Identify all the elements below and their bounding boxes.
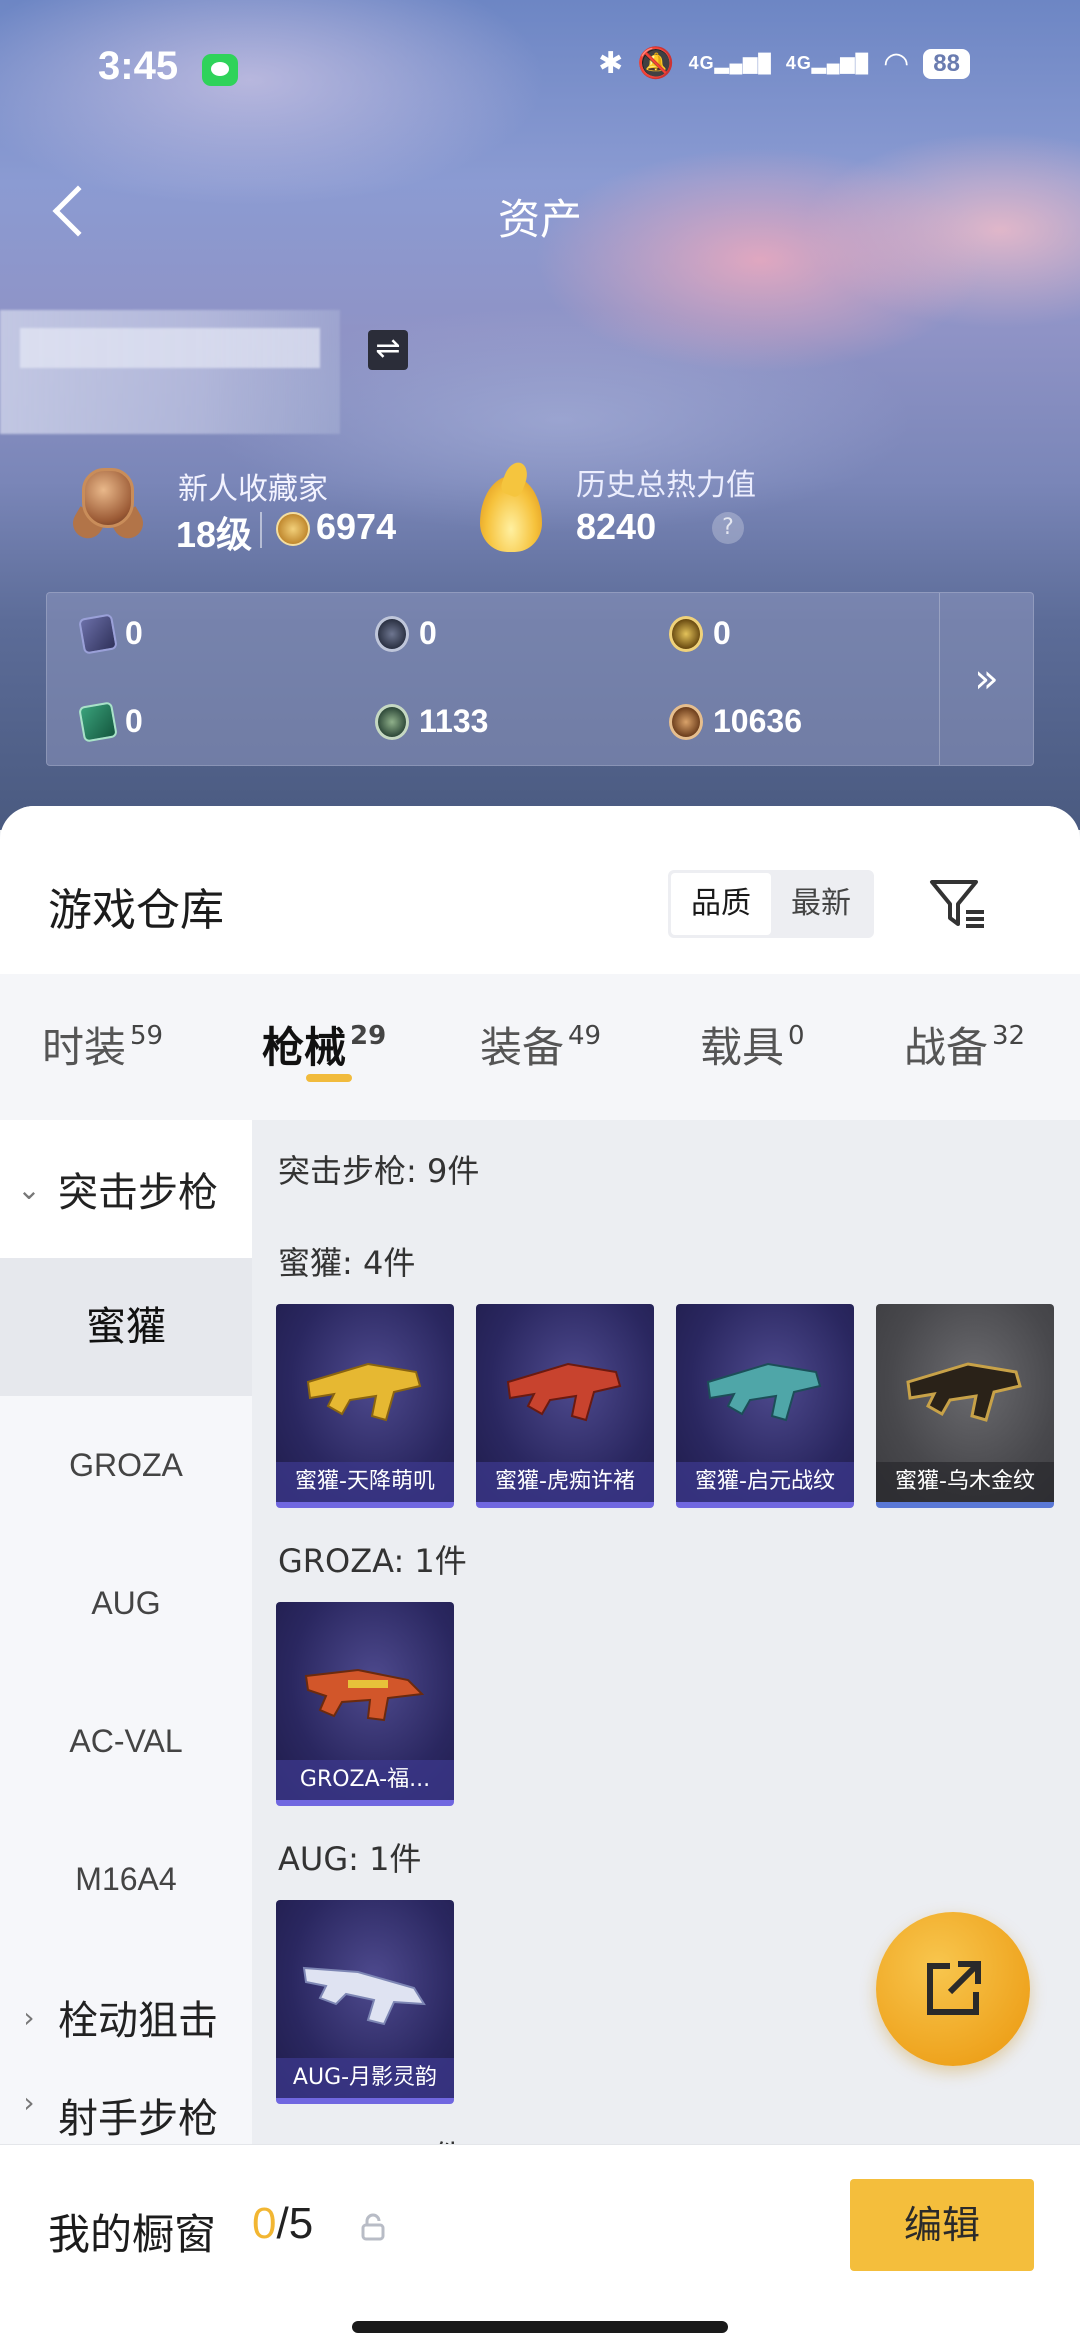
- showcase-count: 0/5: [252, 2199, 314, 2248]
- weapon-skin-list: 突击步枪: 9件 蜜獾: 4件 蜜獾-天降萌叽 蜜獾-虎痴许褚 蜜獾-启元战纹 …: [252, 1120, 1080, 2270]
- rifle-icon: [706, 1362, 822, 1422]
- skin-name: 蜜獾-虎痴许褚: [476, 1462, 654, 1502]
- section-label: GROZA: 1件: [278, 1542, 467, 1580]
- chevron-down-icon: ⌄: [17, 1172, 41, 1206]
- home-indicator: [352, 2321, 728, 2333]
- sort-quality-option[interactable]: 品质: [671, 873, 771, 935]
- help-icon[interactable]: ?: [712, 512, 744, 544]
- sidebar-item-honey-badger[interactable]: 蜜獾: [0, 1258, 252, 1396]
- silver-coin-icon: [375, 615, 409, 652]
- skin-card[interactable]: 蜜獾-乌木金纹: [876, 1304, 1054, 1508]
- rifle-icon: [302, 1966, 426, 2026]
- signal-2-icon: 4G▂▄▆█: [785, 53, 870, 73]
- rank-level: 18级: [176, 514, 253, 555]
- switch-account-icon[interactable]: ⇌: [368, 330, 408, 370]
- tab-fashion[interactable]: 时装 59: [42, 1014, 163, 1075]
- skin-card[interactable]: 蜜獾-启元战纹: [676, 1304, 854, 1508]
- currency-panel[interactable]: 0 0 0 0 1133 10636 »: [46, 592, 1034, 766]
- page-title: 资产: [497, 195, 582, 244]
- filter-icon[interactable]: [926, 872, 990, 936]
- active-tab-indicator: [306, 1074, 352, 1082]
- sort-latest-option[interactable]: 最新: [771, 873, 871, 935]
- sidebar-item-ac-val[interactable]: AC-VAL: [0, 1672, 252, 1810]
- rifle-icon: [304, 1668, 425, 1722]
- chevron-right-icon: ›: [23, 2086, 35, 2119]
- divider: [260, 512, 262, 548]
- skin-name: 蜜獾-乌木金纹: [876, 1462, 1054, 1502]
- currency-item: 10636: [669, 703, 802, 740]
- edit-button[interactable]: 编辑: [850, 2179, 1034, 2271]
- currency-more-button[interactable]: »: [939, 593, 1033, 765]
- tab-gear[interactable]: 战备 32: [904, 1014, 1025, 1075]
- sidebar-item-m16a4[interactable]: M16A4: [0, 1810, 252, 1948]
- collection-coin-value: 6974: [316, 506, 397, 547]
- skin-name: AUG-月影灵韵: [276, 2058, 454, 2098]
- warehouse-header: 游戏仓库 品质 最新: [0, 806, 1080, 974]
- skin-name: GROZA-福...: [276, 1760, 454, 1800]
- rank-title: 新人收藏家: [178, 472, 328, 507]
- heat-value: 8240: [576, 506, 657, 547]
- sort-toggle[interactable]: 品质 最新: [668, 870, 874, 938]
- heat-label: 历史总热力值: [576, 468, 756, 503]
- chevron-right-icon: ›: [23, 2000, 35, 2034]
- currency-item: 0: [669, 615, 731, 652]
- tab-equipment[interactable]: 装备 49: [480, 1014, 601, 1075]
- skin-card[interactable]: 蜜獾-天降萌叽: [276, 1304, 454, 1508]
- gold-coin-icon: [669, 615, 703, 652]
- skin-card[interactable]: GROZA-福...: [276, 1602, 454, 1806]
- warehouse-sheet: 游戏仓库 品质 最新 时装 59 枪械 29 装备 49 载具 0 战备 32 ⌄ 突击步枪…: [0, 806, 1080, 2351]
- rank-badge-icon: [67, 462, 149, 546]
- section-label: 蜜獾: 4件: [278, 1244, 416, 1282]
- tab-weapons[interactable]: 枪械 29: [262, 1014, 386, 1075]
- section-label: AUG: 1件: [278, 1840, 422, 1878]
- bluetooth-icon: ✱: [598, 47, 624, 80]
- currency-item: 0: [375, 615, 437, 652]
- skin-name: 蜜獾-启元战纹: [676, 1462, 854, 1502]
- weapon-type-sidebar: ⌄ 突击步枪 蜜獾 GROZA AUG AC-VAL M16A4 › 栓动狙击 › 射…: [0, 1120, 252, 2270]
- signal-1-icon: 4G▂▄▆█: [688, 53, 772, 73]
- showcase-bar: 我的橱窗 0/5 编辑: [0, 2144, 1080, 2351]
- sidebar-category-marksman[interactable]: › 射手步枪: [0, 2086, 252, 2146]
- currency-item: 1133: [375, 703, 488, 740]
- currency-item: 0: [78, 612, 143, 655]
- rifle-icon: [906, 1362, 1022, 1422]
- collection-coin-icon: [276, 512, 310, 546]
- purple-card-icon: [78, 612, 118, 655]
- mute-icon: 🔕: [637, 47, 675, 80]
- green-card-icon: [78, 700, 118, 743]
- rifle-icon: [506, 1362, 622, 1422]
- wifi-icon: ◠: [883, 47, 910, 80]
- skin-name: 蜜獾-天降萌叽: [276, 1462, 454, 1502]
- status-bar: 3:45 ✱ 🔕 4G▂▄▆█ 4G▂▄▆█ ◠ 88: [0, 0, 1080, 140]
- skin-card[interactable]: AUG-月影灵韵: [276, 1900, 454, 2104]
- sidebar-category-assault-rifle[interactable]: ⌄ 突击步枪: [0, 1120, 252, 1258]
- category-summary: 突击步枪: 9件: [278, 1152, 480, 1190]
- sidebar-item-aug[interactable]: AUG: [0, 1534, 252, 1672]
- rifle-icon: [306, 1362, 422, 1422]
- username-redacted: [0, 310, 340, 434]
- category-tabs: 时装 59 枪械 29 装备 49 载具 0 战备 32: [0, 974, 1080, 1120]
- currency-item: 0: [78, 700, 143, 743]
- warehouse-title: 游戏仓库: [48, 885, 224, 936]
- message-icon: [202, 54, 238, 86]
- bronze-coin-icon: [669, 703, 703, 740]
- status-time: 3:45: [98, 44, 179, 88]
- lock-icon: [360, 2213, 386, 2241]
- flame-icon: [474, 459, 548, 554]
- status-icons: ✱ 🔕 4G▂▄▆█ 4G▂▄▆█ ◠ 88: [598, 46, 970, 81]
- sidebar-item-groza[interactable]: GROZA: [0, 1396, 252, 1534]
- sidebar-category-bolt-sniper[interactable]: › 栓动狙击: [0, 1948, 252, 2086]
- battery-indicator: 88: [923, 48, 970, 79]
- share-icon: [927, 1961, 981, 2015]
- skin-card[interactable]: 蜜獾-虎痴许褚: [476, 1304, 654, 1508]
- share-button[interactable]: [876, 1912, 1030, 2066]
- jade-coin-icon: [375, 703, 409, 740]
- showcase-title: 我的橱窗: [48, 2210, 217, 2259]
- tab-vehicles[interactable]: 载具 0: [700, 1014, 805, 1075]
